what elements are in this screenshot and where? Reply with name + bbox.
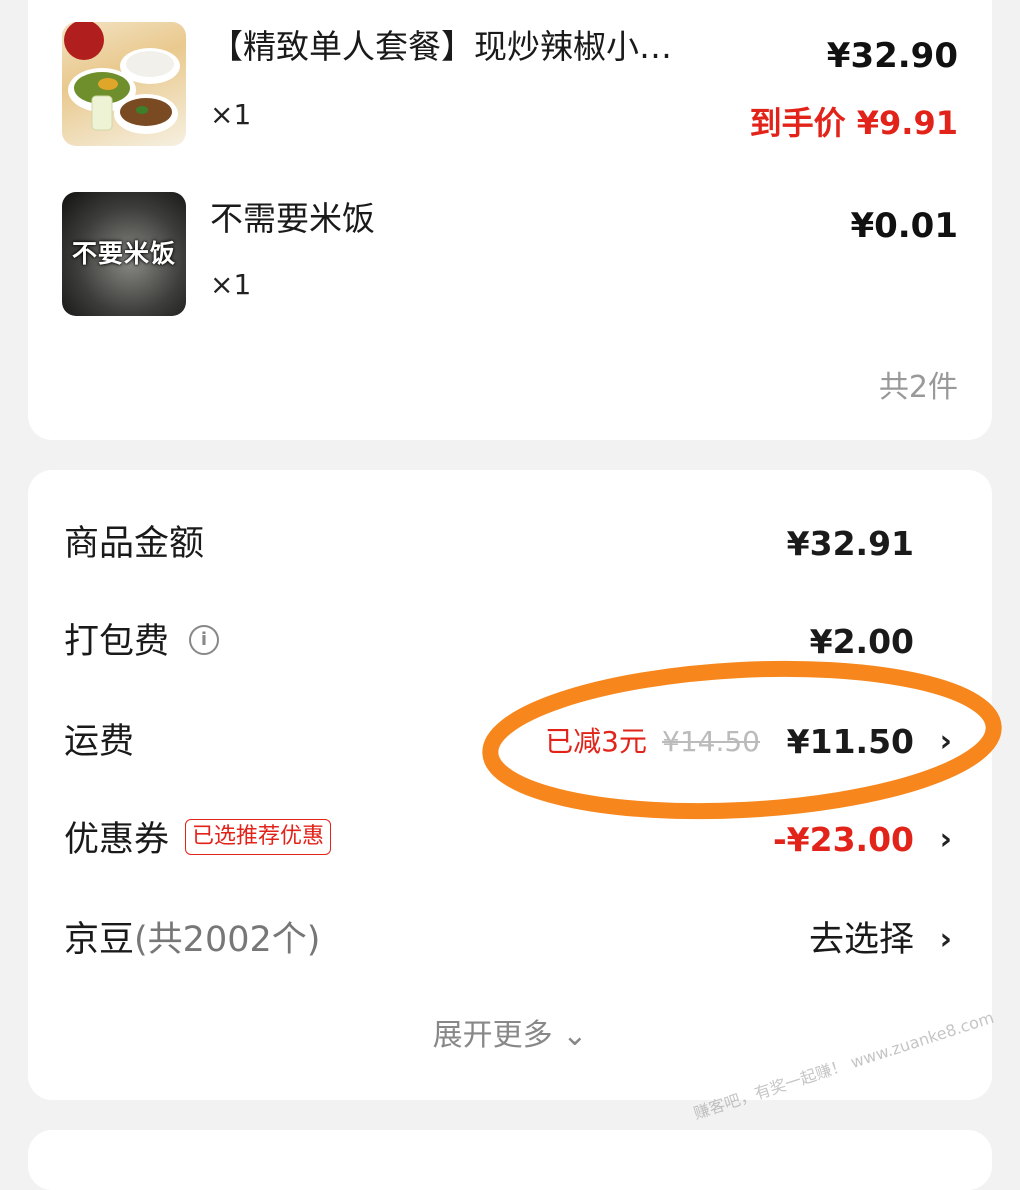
item-price: ¥32.90 [826, 36, 958, 76]
goods-amount-value: ¥32.91 [786, 524, 914, 563]
no-rice-thumbnail[interactable]: 不要米饭 [62, 192, 186, 316]
packing-fee-label: 打包费 [64, 622, 170, 662]
expand-more-button[interactable]: 展开更多 ⌄ [28, 1010, 992, 1054]
jd-beans-count: (共2002个) [134, 920, 321, 960]
delivery-discount-note: 已减3元 [545, 725, 647, 758]
info-icon[interactable]: i [189, 625, 220, 655]
next-card [28, 1130, 992, 1190]
coupon-label: 优惠券 [64, 820, 170, 860]
jd-beans-label: 京豆 [64, 920, 135, 960]
chevron-right-icon[interactable]: › [940, 810, 952, 870]
goods-amount-row: 商品金额 ¥32.91 [28, 514, 992, 574]
packing-fee-row: 打包费 i ¥2.00 [28, 612, 992, 672]
item-quantity: ×1 [210, 98, 252, 131]
combo-meal-thumbnail[interactable] [62, 22, 186, 146]
order-items-card: 【精致单人套餐】现炒辣椒小… ×1 ¥32.90 到手价 ¥9.91 不要米饭 … [28, 0, 992, 440]
packing-fee-value: ¥2.00 [809, 622, 914, 661]
price-summary-card: 商品金额 ¥32.91 打包费 i ¥2.00 运费 已减3元 ¥14.50 ¥1… [28, 470, 992, 1100]
delivery-original-price: ¥14.50 [662, 725, 760, 758]
item-price: ¥0.01 [850, 206, 958, 246]
goods-amount-label: 商品金额 [64, 524, 205, 564]
delivery-fee-row[interactable]: 运费 已减3元 ¥14.50 ¥11.50 › [28, 712, 992, 772]
item-name[interactable]: 【精致单人套餐】现炒辣椒小… [210, 20, 672, 68]
food-image-icon [64, 22, 180, 134]
chevron-right-icon[interactable]: › [940, 910, 952, 970]
coupon-value: -¥23.00 [772, 820, 914, 859]
chevron-right-icon[interactable]: › [940, 712, 952, 772]
coupon-selected-tag: 已选推荐优惠 [185, 819, 332, 855]
thumbnail-caption: 不要米饭 [71, 239, 176, 268]
jd-beans-row[interactable]: 京豆(共2002个) 去选择 › [28, 910, 992, 970]
total-item-count: 共2件 [878, 370, 958, 405]
item-final-price: 到手价 ¥9.91 [749, 104, 958, 142]
jd-beans-action[interactable]: 去选择 [809, 910, 914, 970]
delivery-fee-value: ¥11.50 [786, 722, 914, 761]
item-name[interactable]: 不需要米饭 [210, 192, 375, 240]
item-quantity: ×1 [210, 268, 252, 301]
coupon-row[interactable]: 优惠券 已选推荐优惠 -¥23.00 › [28, 810, 992, 870]
delivery-fee-label: 运费 [64, 722, 135, 762]
